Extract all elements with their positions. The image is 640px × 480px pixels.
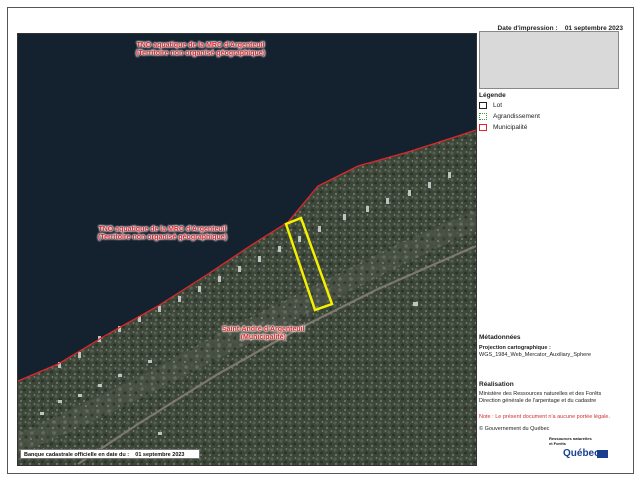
label-municipality-name: Saint-André-d'Argenteuil: [222, 326, 305, 333]
metadata-title: Métadonnées: [479, 334, 521, 341]
logo-ministry-text: Ressources naturelles et Forêts: [549, 436, 592, 446]
realisation-line1: Ministère des Ressources naturelles et d…: [479, 391, 602, 397]
copyright: © Gouvernement du Québec: [479, 426, 550, 432]
label-municipality: Saint-André-d'Argenteuil (Municipalité): [222, 326, 305, 342]
legend-title: Légende: [479, 92, 506, 99]
label-tno-top: TNO aquatique de la MRC d'Argenteuil (Te…: [136, 42, 265, 58]
cadastre-bar-label: Banque cadastrale officielle en date du …: [24, 452, 130, 458]
legend-item-lot: Lot: [479, 102, 502, 109]
label-tno-top-sub: (Territoire non organisé géographique): [136, 50, 265, 57]
municipalite-swatch-icon: [479, 124, 487, 131]
legend-item-municipalite: Municipalité: [479, 124, 527, 131]
legend-label-agrandissement: Agrandissement: [493, 113, 540, 120]
map-view[interactable]: TNO aquatique de la MRC d'Argenteuil (Te…: [17, 33, 477, 466]
label-tno-mid: TNO aquatique de la MRC d'Argenteuil (Te…: [98, 226, 227, 242]
realisation-line2: Direction générale de l'arpentage et du …: [479, 398, 597, 404]
cadastre-bar-date: 01 septembre 2023: [135, 452, 185, 458]
realisation-title: Réalisation: [479, 381, 514, 388]
quebec-flag-icon: [597, 450, 608, 458]
legend-label-municipalite: Municipalité: [493, 124, 528, 131]
map-canvas[interactable]: [18, 34, 476, 465]
label-tno-top-name: TNO aquatique de la MRC d'Argenteuil: [136, 42, 265, 49]
agrandissement-swatch-icon: [479, 113, 487, 120]
legend-label-lot: Lot: [493, 102, 503, 109]
projection-label: Projection cartographique :: [479, 345, 551, 351]
label-municipality-sub: (Municipalité): [240, 334, 286, 341]
logo-quebec-wordmark: Québec: [563, 448, 600, 459]
cadastre-date-bar: Banque cadastrale officielle en date du …: [20, 449, 200, 459]
legend-item-agrandissement: Agrandissement: [479, 113, 540, 120]
legal-note: Note : Le présent document n'a aucune po…: [479, 414, 611, 420]
locator-inset-map: [479, 31, 619, 89]
side-panel: Date d'impression : 01 septembre 2023 Lé…: [479, 9, 631, 473]
lot-swatch-icon: [479, 102, 487, 109]
label-tno-mid-sub: (Territoire non organisé géographique): [98, 234, 227, 241]
logo-small-line2: et Forêts: [549, 440, 566, 446]
projection-value: WGS_1984_Web_Mercator_Auxiliary_Sphere: [479, 352, 592, 358]
label-tno-mid-name: TNO aquatique de la MRC d'Argenteuil: [98, 226, 227, 233]
quebec-logo: Ressources naturelles et Forêts Québec: [549, 436, 615, 461]
